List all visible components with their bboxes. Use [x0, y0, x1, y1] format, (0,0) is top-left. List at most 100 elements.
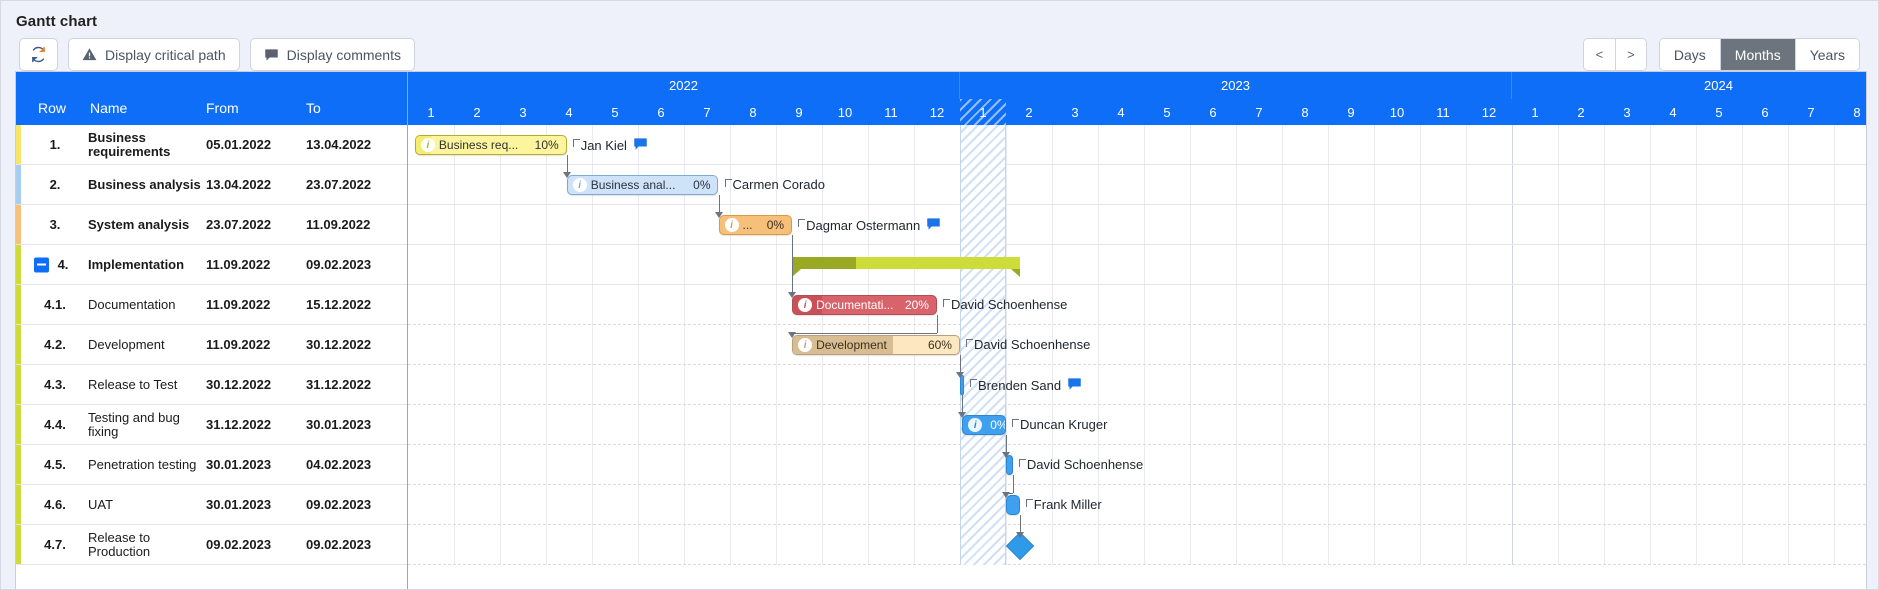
task-bar-label: Documentati... — [816, 298, 894, 312]
table-row[interactable]: 2. Business analysis 13.04.2022 23.07.2022 — [16, 165, 407, 205]
task-bar-penetration-testing[interactable] — [1006, 455, 1013, 475]
resource-name: Dagmar Ostermann — [806, 218, 921, 233]
table-header: Row Name From To — [16, 72, 407, 125]
column-header-row: Row — [37, 100, 66, 116]
timeline-month-2023-8: 8 — [1282, 99, 1328, 125]
gantt-chart-app: Gantt chart Display critical path Displa… — [0, 0, 1879, 590]
task-bar-percent: 10% — [534, 138, 559, 152]
display-comments-button[interactable]: Display comments — [249, 38, 415, 71]
scale-days[interactable]: Days — [1659, 39, 1720, 70]
timeline-years-row: 2022 2023 2024 — [408, 72, 1866, 99]
cell-to-date: 04.02.2023 — [306, 457, 372, 472]
resource-label: Jan Kiel — [581, 137, 648, 154]
cell-task-name: Penetration testing — [88, 457, 197, 472]
cell-row-number: 3. — [49, 217, 61, 232]
timeline-month-2023-2: 2 — [1006, 99, 1052, 125]
comment-bubble-icon[interactable] — [1067, 377, 1082, 394]
table-row[interactable]: 4.6. UAT 30.01.2023 09.02.2023 — [16, 485, 407, 525]
refresh-button[interactable] — [19, 38, 58, 71]
task-bar-business-requirements[interactable]: i Business req... 10% — [414, 135, 567, 155]
info-icon: i — [798, 338, 813, 352]
dependency-arrow — [714, 212, 723, 218]
row-color-stripe — [16, 285, 21, 324]
gantt-grid: Row Name From To 1. Business requirements… — [15, 71, 1867, 589]
timeline-year-2022: 2022 — [408, 72, 960, 99]
timeline-month-2024-7: 7 — [1788, 99, 1834, 125]
resource-leader-tick — [798, 219, 806, 220]
timeline-month-2022-9: 9 — [776, 99, 822, 125]
task-bar-release-to-test[interactable] — [960, 375, 964, 395]
table-row[interactable]: 4.4. Testing and bug fixing 31.12.2022 30.0… — [16, 405, 407, 445]
task-bar-business-analysis[interactable]: i Business anal... 0% — [566, 175, 719, 195]
timeline-month-2023-11: 11 — [1420, 99, 1466, 125]
table-row[interactable]: 4. Implementation 11.09.2022 09.02.2023 — [16, 245, 407, 285]
timeline-month-2024-8: 8 — [1834, 99, 1866, 125]
cell-row-number: 1. — [49, 137, 61, 152]
table-row[interactable]: 4.5. Penetration testing 30.01.2023 04.02.2… — [16, 445, 407, 485]
row-color-stripe — [16, 445, 21, 484]
comments-label: Display comments — [286, 46, 401, 63]
display-critical-path-button[interactable]: Display critical path — [68, 38, 240, 71]
timeline-month-2023-3: 3 — [1052, 99, 1098, 125]
timeline-month-2024-2: 2 — [1558, 99, 1604, 125]
timeline-body: i Business req... 10% Jan Kiel i Business ana… — [408, 125, 1866, 565]
task-bar-uat[interactable] — [1006, 495, 1020, 515]
timeline-month-2024-5: 5 — [1696, 99, 1742, 125]
timeline-months-row: 123456789101112123456789101112123456789 — [408, 99, 1866, 125]
scale-years[interactable]: Years — [1794, 39, 1859, 70]
resource-label: Duncan Kruger — [1020, 417, 1107, 432]
task-bar-percent: 0% — [766, 218, 785, 232]
info-icon: i — [724, 218, 739, 232]
table-row[interactable]: 3. System analysis 23.07.2022 11.09.2022 — [16, 205, 407, 245]
scale-months[interactable]: Months — [1719, 39, 1795, 70]
row-color-stripe — [16, 525, 21, 564]
timeline-month-2024-4: 4 — [1650, 99, 1696, 125]
collapse-toggle-implementation[interactable] — [34, 257, 49, 272]
table-row[interactable]: 4.2. Development 11.09.2022 30.12.2022 — [16, 325, 407, 365]
scroll-prev-button[interactable]: < — [1583, 39, 1615, 70]
cell-task-name: UAT — [88, 497, 114, 512]
resource-name: David Schoenhense — [1026, 457, 1144, 472]
timeline-month-2024-1: 1 — [1512, 99, 1558, 125]
resource-leader-tick — [943, 299, 944, 307]
row-color-stripe — [16, 245, 21, 284]
timeline-row — [408, 365, 1866, 405]
table-row[interactable]: 4.1. Documentation 11.09.2022 15.12.2022 — [16, 285, 407, 325]
scroll-next-button[interactable]: > — [1614, 39, 1646, 70]
cell-task-name: Development — [88, 337, 165, 352]
row-color-stripe — [16, 165, 21, 204]
timeline-nav-group: < > — [1582, 38, 1647, 71]
resource-leader-tick — [572, 139, 574, 147]
task-bar-percent: 20% — [904, 298, 929, 312]
resource-leader-tick — [966, 339, 973, 340]
table-body: 1. Business requirements 05.01.2022 13.04.2… — [16, 125, 407, 565]
column-header-name: Name — [90, 100, 128, 116]
cell-row-number: 4.7. — [44, 537, 66, 552]
task-bar-system-analysis[interactable]: i... 0% — [718, 215, 793, 235]
table-row[interactable]: 4.3. Release to Test 30.12.2022 31.12.2022 — [16, 365, 407, 405]
task-bar-percent: 0% — [990, 418, 1006, 432]
dependency-link — [962, 395, 964, 413]
comment-bubble-icon[interactable] — [633, 137, 648, 154]
resource-name: Jan Kiel — [580, 138, 627, 153]
task-bar-testing-bug-fixing[interactable]: i 0% — [962, 415, 1006, 435]
summary-bar-implementation[interactable] — [792, 257, 1020, 277]
resource-leader-tick — [798, 219, 800, 227]
timeline-month-2022-3: 3 — [500, 99, 546, 125]
dependency-link — [960, 355, 961, 373]
table-row[interactable]: 1. Business requirements 05.01.2022 13.04.2… — [16, 125, 407, 165]
timeline-month-2024-6: 6 — [1742, 99, 1788, 125]
resource-leader-tick — [1018, 459, 1026, 460]
timeline-row — [408, 485, 1866, 525]
timeline-month-2022-11: 11 — [868, 99, 914, 125]
task-bar-documentation[interactable]: i Documentati... 20% — [792, 295, 937, 315]
comment-bubble-icon[interactable] — [926, 217, 941, 234]
dependency-arrow — [1002, 452, 1010, 458]
table-row[interactable]: 4.7. Release to Production 09.02.2023 09.02… — [16, 525, 407, 565]
page-title: Gantt chart — [16, 13, 98, 30]
resource-label: Brenden Sand — [978, 377, 1082, 394]
resource-name: Frank Miller — [1033, 497, 1102, 512]
cell-to-date: 09.02.2023 — [306, 497, 372, 512]
resource-leader-tick — [943, 299, 950, 300]
task-bar-development[interactable]: i Development 60% — [792, 335, 960, 355]
